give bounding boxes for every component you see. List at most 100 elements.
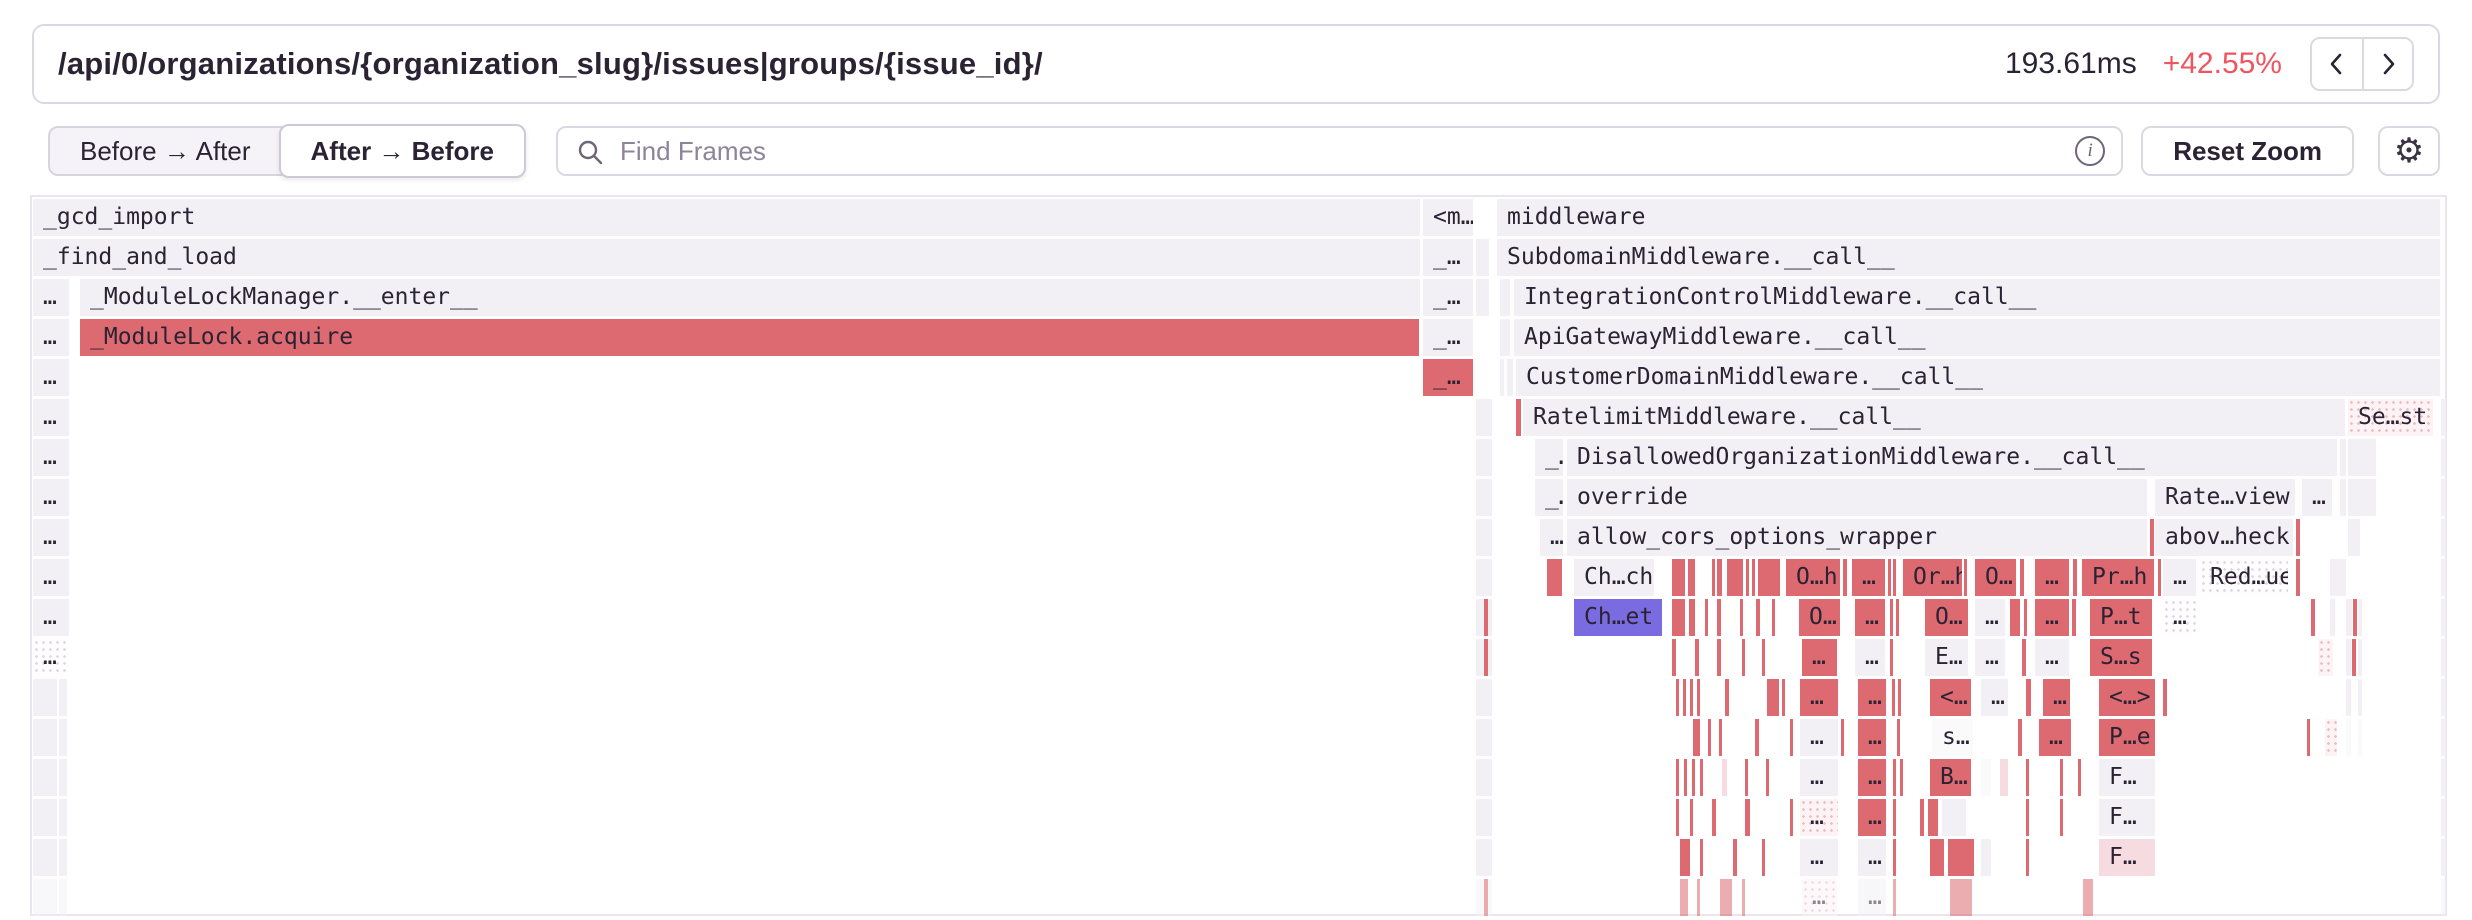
- flame-frame[interactable]: O…h: [1786, 559, 1840, 596]
- flame-frame-sliver[interactable]: [2000, 759, 2008, 796]
- flame-frame[interactable]: …: [1981, 679, 2008, 716]
- flame-frame-sliver[interactable]: [1476, 439, 1492, 476]
- flame-frame-sliver[interactable]: [1742, 879, 1745, 916]
- flame-frame-sliver[interactable]: [1676, 759, 1679, 796]
- flame-frame-sliver[interactable]: [1690, 799, 1693, 836]
- flame-frame-sliver[interactable]: [1948, 839, 1974, 876]
- flame-frame-sliver[interactable]: [59, 839, 67, 876]
- flame-frame[interactable]: …: [2039, 719, 2071, 756]
- flame-frame-sliver[interactable]: [1476, 839, 1492, 876]
- flame-frame[interactable]: …: [1800, 759, 1838, 796]
- flame-frame-sliver[interactable]: [1684, 759, 1687, 796]
- flame-frame[interactable]: …: [1858, 759, 1886, 796]
- flame-frame-sliver[interactable]: [1680, 839, 1690, 876]
- flame-frame[interactable]: <…: [1930, 679, 1971, 716]
- flame-frame-sliver[interactable]: [2346, 719, 2351, 756]
- flame-frame[interactable]: …: [33, 319, 69, 356]
- flame-frame-sliver[interactable]: [59, 679, 67, 716]
- flame-frame-sliver[interactable]: [2353, 599, 2357, 636]
- flame-frame-sliver[interactable]: [1890, 599, 1893, 636]
- flame-frame-sliver[interactable]: [2346, 639, 2351, 676]
- flame-frame-sliver[interactable]: [1500, 359, 1504, 396]
- flame-frame-sliver[interactable]: [1683, 679, 1686, 716]
- flame-frame-sliver[interactable]: [2026, 679, 2031, 716]
- flame-frame-sliver[interactable]: [2441, 399, 2446, 436]
- flame-frame[interactable]: …: [1858, 839, 1886, 876]
- flame-frame[interactable]: Rate…view: [2155, 479, 2295, 516]
- flame-frame-sliver[interactable]: [1742, 639, 1745, 676]
- flame-frame-sliver[interactable]: [1942, 799, 1966, 836]
- flame-frame-sliver[interactable]: [1705, 599, 1708, 636]
- flame-frame[interactable]: …: [33, 439, 69, 476]
- flame-frame-sliver[interactable]: [2441, 439, 2446, 476]
- flame-frame-sliver[interactable]: [59, 799, 67, 836]
- flame-frame-sliver[interactable]: [1708, 719, 1711, 756]
- flame-frame-sliver[interactable]: [1893, 839, 1896, 876]
- flame-frame-sliver[interactable]: [1727, 559, 1743, 596]
- flame-frame-sliver[interactable]: [1700, 839, 1703, 876]
- flame-frame[interactable]: …: [1858, 679, 1886, 716]
- flame-frame-sliver[interactable]: [1672, 599, 1685, 636]
- flame-frame-sliver[interactable]: [2441, 639, 2446, 676]
- flame-frame-sliver[interactable]: [1772, 599, 1775, 636]
- flame-frame-sliver[interactable]: [1981, 759, 1991, 796]
- flame-frame[interactable]: O…: [1975, 559, 2016, 596]
- flame-frame-sliver[interactable]: [1892, 679, 1895, 716]
- flame-frame-sliver[interactable]: [2325, 719, 2337, 756]
- flame-frame-sliver[interactable]: [2441, 679, 2446, 716]
- flame-frame[interactable]: …: [33, 359, 69, 396]
- flame-frame-sliver[interactable]: [1476, 399, 1492, 436]
- segment-before-after[interactable]: Before → After: [50, 126, 281, 176]
- flame-frame[interactable]: _ModuleLock.acquire: [80, 319, 1419, 356]
- flame-frame-sliver[interactable]: [1476, 719, 1492, 756]
- flame-frame-sliver[interactable]: [1896, 599, 1899, 636]
- flame-frame[interactable]: <…>: [2099, 679, 2155, 716]
- flame-frame-sliver[interactable]: [1950, 879, 1972, 916]
- flame-frame-sliver[interactable]: [1695, 639, 1699, 676]
- flame-frame-sliver[interactable]: [1758, 559, 1780, 596]
- flame-frame[interactable]: Ch…et: [1574, 599, 1662, 636]
- flame-frame-sliver[interactable]: [2072, 599, 2076, 636]
- flame-frame-sliver[interactable]: [1733, 839, 1737, 876]
- search-input[interactable]: [556, 126, 2123, 176]
- flame-frame[interactable]: …: [33, 479, 69, 516]
- flame-frame-sliver[interactable]: [1762, 839, 1765, 876]
- flame-frame[interactable]: …: [33, 399, 69, 436]
- flame-frame-sliver[interactable]: [33, 799, 57, 836]
- flame-frame-sliver[interactable]: [1930, 839, 1944, 876]
- flame-frame-sliver[interactable]: [2024, 599, 2027, 636]
- info-icon[interactable]: i: [2075, 136, 2105, 166]
- flame-frame-sliver[interactable]: [1746, 559, 1749, 596]
- flame-frame-sliver[interactable]: [2358, 639, 2362, 676]
- flame-frame-sliver[interactable]: [1755, 719, 1759, 756]
- flame-frame[interactable]: s…: [1932, 719, 1973, 756]
- flame-frame[interactable]: _…: [1423, 239, 1473, 276]
- flame-frame[interactable]: …: [2302, 479, 2332, 516]
- flame-frame-sliver[interactable]: [2441, 719, 2446, 756]
- flame-frame-sliver[interactable]: [2346, 599, 2352, 636]
- flame-frame-sliver[interactable]: [59, 879, 67, 916]
- flame-frame-sliver[interactable]: [2330, 599, 2335, 636]
- flame-frame-sliver[interactable]: [1920, 799, 1924, 836]
- flame-frame-sliver[interactable]: [2441, 599, 2446, 636]
- flame-frame-sliver[interactable]: [1888, 559, 1891, 596]
- flame-frame-sliver[interactable]: [1790, 799, 1793, 836]
- flame-frame-sliver[interactable]: [2441, 519, 2446, 556]
- flame-frame-sliver[interactable]: [1790, 719, 1793, 756]
- flame-frame-sliver[interactable]: [1762, 639, 1765, 676]
- flame-frame[interactable]: _ModuleLockManager.__enter__: [80, 279, 1420, 316]
- flame-frame[interactable]: …: [1540, 519, 1563, 556]
- flame-frame[interactable]: …: [2163, 599, 2196, 636]
- flame-frame-sliver[interactable]: [1476, 239, 1489, 276]
- flame-frame[interactable]: B…: [1930, 759, 1971, 796]
- flame-frame[interactable]: _…: [1423, 359, 1473, 396]
- flame-frame-sliver[interactable]: [2060, 759, 2063, 796]
- flame-frame-sliver[interactable]: [2020, 559, 2024, 596]
- flame-frame[interactable]: S…s: [2090, 639, 2152, 676]
- flame-frame[interactable]: …: [2163, 559, 2196, 596]
- flame-frame[interactable]: _gcd_import: [33, 199, 1420, 236]
- flame-frame[interactable]: F…: [2099, 839, 2155, 876]
- flame-frame[interactable]: F…: [2099, 799, 2155, 836]
- flame-frame-sliver[interactable]: [2441, 479, 2446, 516]
- flame-frame-sliver[interactable]: [1693, 719, 1700, 756]
